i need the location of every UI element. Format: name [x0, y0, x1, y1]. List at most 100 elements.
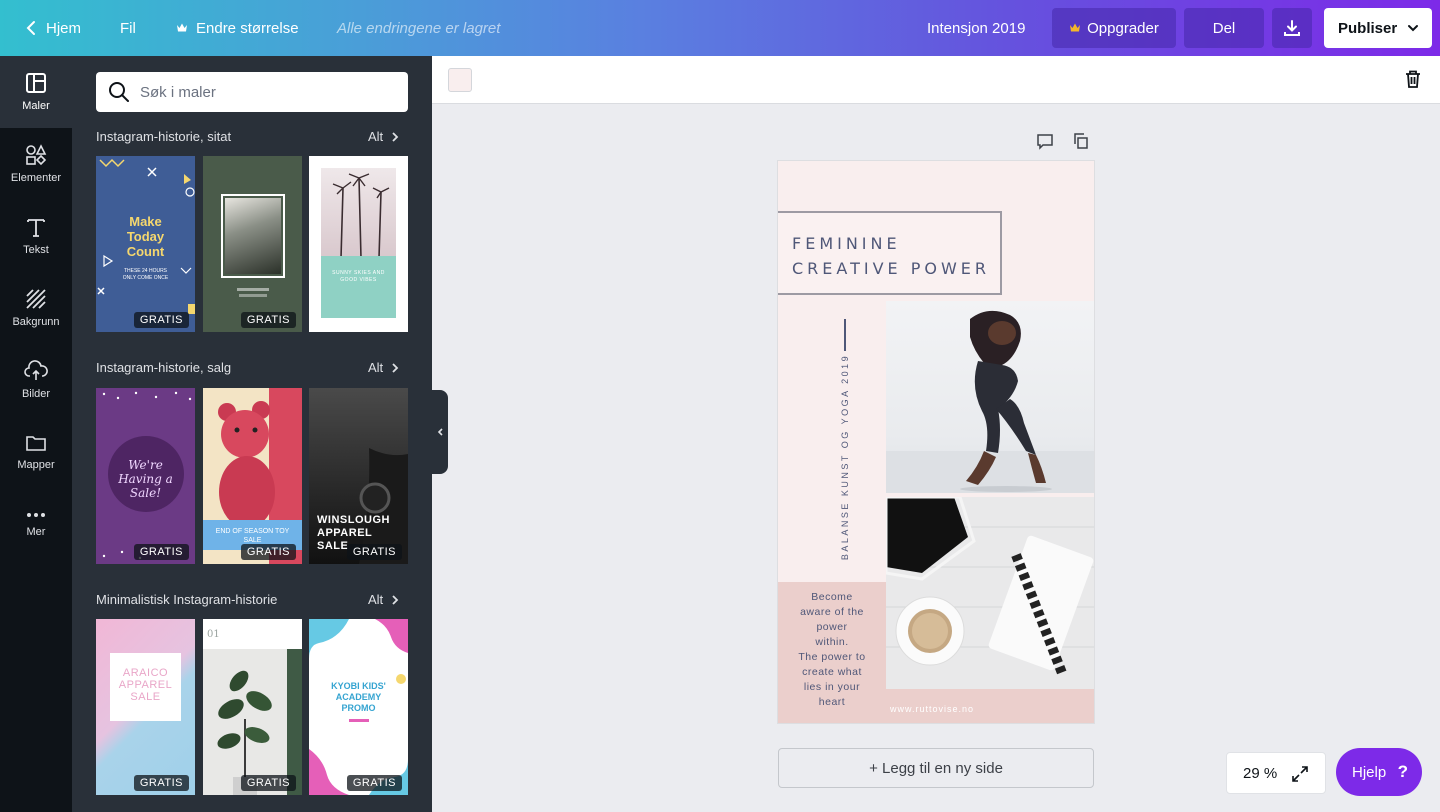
duplicate-page-button[interactable] — [1072, 132, 1090, 155]
rail-label: Elementer — [10, 172, 62, 184]
home-button[interactable]: Hjem — [24, 0, 81, 56]
free-badge: GRATIS — [240, 312, 296, 328]
collapse-panel-button[interactable] — [432, 390, 448, 474]
share-button[interactable]: Del — [1184, 8, 1264, 48]
see-all-link[interactable]: Alt — [368, 592, 399, 607]
comment-button[interactable] — [1036, 132, 1054, 155]
free-badge: GRATIS — [240, 544, 296, 560]
section-title: Instagram-historie, salg — [96, 360, 232, 375]
thumbnail-title: KYOBI KIDS' ACADEMY PROMO — [331, 681, 386, 713]
free-badge: GRATIS — [346, 775, 402, 791]
rail-item-text[interactable]: Tekst — [0, 200, 72, 272]
rail-item-elements[interactable]: Elementer — [0, 128, 72, 200]
section-title: Instagram-historie, sitat — [96, 129, 232, 144]
upload-icon — [24, 360, 48, 380]
see-all-link[interactable]: Alt — [368, 360, 399, 375]
chevron-down-icon — [1406, 21, 1420, 39]
download-icon — [1283, 19, 1301, 37]
rail-label: Mapper — [17, 459, 55, 471]
rail-item-templates[interactable]: Maler — [0, 56, 72, 128]
rail-label: Maler — [22, 100, 50, 112]
rail-item-more[interactable]: Mer — [0, 488, 72, 560]
see-all-label: Alt — [368, 360, 384, 375]
rail-label: Mer — [26, 526, 46, 538]
copy-icon — [1074, 133, 1088, 149]
side-rail: Maler Elementer Tekst Bakgrunn Bilder Ma… — [0, 56, 72, 812]
thumbnail-title: 01 — [207, 629, 220, 640]
template-thumbnail[interactable]: We're Having a Sale! GRATIS — [96, 388, 195, 564]
free-badge: GRATIS — [346, 544, 402, 560]
thumbnail-photo — [321, 168, 396, 259]
design-page[interactable]: FEMININE CREATIVE POWER BALANSE KUNST OG… — [778, 161, 1094, 723]
template-thumbnail[interactable]: SUNNY SKIES AND GOOD VIBES — [309, 156, 408, 332]
share-label: Del — [1212, 19, 1236, 37]
more-icon — [27, 513, 45, 517]
quote-line: heart — [818, 696, 846, 708]
question-icon: ? — [1397, 762, 1408, 781]
file-menu[interactable]: Fil — [120, 0, 136, 56]
thumbnail-divider — [349, 719, 369, 722]
zoom-level: 29 % — [1243, 764, 1278, 782]
workspace-photo[interactable] — [886, 497, 1094, 689]
help-label: Hjelp — [1352, 763, 1387, 781]
comment-icon — [1037, 134, 1053, 150]
zoom-control[interactable]: 29 % — [1226, 752, 1326, 794]
download-button[interactable] — [1272, 8, 1312, 48]
chevron-right-icon — [392, 362, 399, 373]
title-line-1: FEMININE — [792, 234, 901, 253]
thumbnail-title: Make Today Count — [126, 214, 165, 259]
template-thumbnail[interactable]: Make Today Count THESE 24 HOURS ONLY COM… — [96, 156, 195, 332]
template-thumbnail[interactable]: ARAICO APPAREL SALE GRATIS — [96, 619, 195, 795]
thumbnail-photo — [225, 198, 281, 274]
template-thumbnail[interactable]: KYOBI KIDS' ACADEMY PROMO GRATIS — [309, 619, 408, 795]
save-status: Alle endringene er lagret — [337, 19, 501, 37]
background-color-swatch[interactable] — [448, 68, 472, 92]
quote-box[interactable]: Become aware of the power within. The po… — [778, 582, 886, 723]
yoga-photo[interactable] — [886, 301, 1094, 493]
rail-item-folders[interactable]: Mapper — [0, 416, 72, 488]
quote-line: create what — [802, 666, 862, 678]
quote-line: Become — [811, 591, 853, 603]
text-icon — [27, 219, 45, 237]
upgrade-label: Oppgrader — [1087, 19, 1159, 37]
free-badge: GRATIS — [133, 775, 189, 791]
resize-button[interactable]: Endre størrelse — [176, 0, 299, 56]
pattern-icon — [26, 289, 46, 309]
quote-line: within. — [815, 636, 849, 648]
search-box[interactable] — [96, 72, 408, 112]
title-line-2: CREATIVE POWER — [792, 259, 991, 278]
title-box[interactable]: FEMININE CREATIVE POWER — [778, 211, 1002, 295]
add-page-button[interactable]: + Legg til en ny side — [778, 748, 1094, 788]
section-title: Minimalistisk Instagram-historie — [96, 592, 278, 607]
chevron-right-icon — [392, 594, 399, 605]
vertical-caption[interactable]: BALANSE KUNST OG YOGA 2019 — [840, 354, 850, 560]
expand-icon[interactable] — [1291, 765, 1309, 783]
see-all-link[interactable]: Alt — [368, 129, 399, 144]
document-title[interactable]: Intensjon 2019 — [927, 0, 1025, 56]
search-input[interactable] — [140, 83, 400, 101]
template-thumbnail[interactable]: WINSLOUGH APPAREL SALE GRATIS — [309, 388, 408, 564]
crown-icon — [1069, 22, 1081, 34]
template-thumbnail[interactable]: GRATIS — [203, 156, 302, 332]
layout-icon — [26, 73, 46, 93]
chevron-right-icon — [392, 131, 399, 142]
help-button[interactable]: Hjelp ? — [1336, 748, 1422, 796]
template-thumbnail[interactable]: END OF SEASON TOY SALE GRATIS — [203, 388, 302, 564]
template-thumbnail[interactable]: 01 GRATIS — [203, 619, 302, 795]
rail-label: Tekst — [23, 244, 49, 256]
upgrade-button[interactable]: Oppgrader — [1052, 8, 1176, 48]
chevron-left-icon — [437, 428, 443, 436]
rail-item-uploads[interactable]: Bilder — [0, 344, 72, 416]
thumbnail-title: We're Having a Sale! — [118, 458, 173, 500]
delete-button[interactable] — [1404, 69, 1422, 94]
thumbnail-text-line — [239, 294, 267, 297]
free-badge: GRATIS — [133, 312, 189, 328]
publish-button[interactable]: Publiser — [1324, 8, 1432, 48]
rail-item-background[interactable]: Bakgrunn — [0, 272, 72, 344]
thumbnail-text-line — [237, 288, 269, 291]
chevron-left-icon — [24, 20, 38, 36]
home-label: Hjem — [46, 19, 82, 37]
search-icon — [109, 82, 129, 102]
crown-icon — [176, 22, 188, 34]
website-url[interactable]: www.ruttovise.no — [890, 704, 974, 714]
